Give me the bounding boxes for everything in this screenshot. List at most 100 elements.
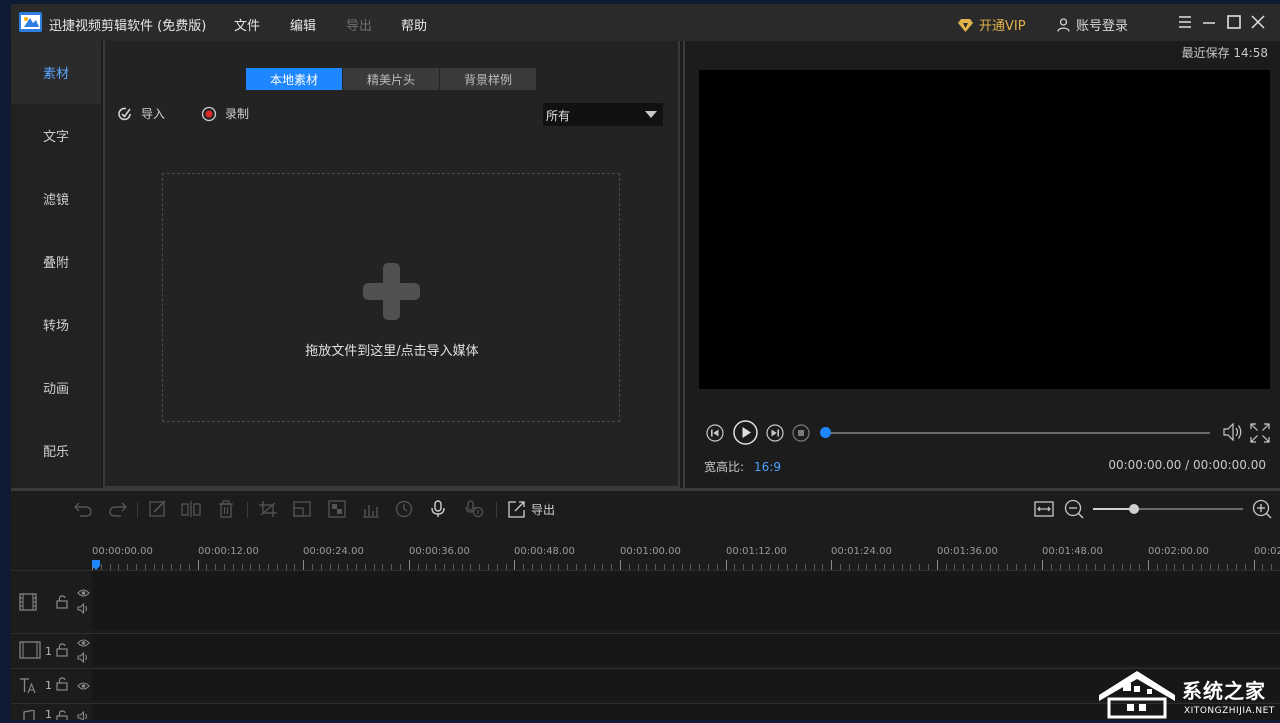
playhead-marker[interactable]: [92, 560, 100, 570]
unlock-icon[interactable]: [56, 643, 69, 657]
unlock-icon[interactable]: [56, 595, 69, 609]
speaker-icon[interactable]: [77, 711, 90, 720]
drop-zone-text: 拖放文件到这里/点击导入媒体: [305, 344, 479, 359]
duration-button[interactable]: [394, 500, 414, 518]
timeline-ruler[interactable]: 00:00:00.00 00:00:12.00 00:00:24.00 00:00:3…: [92, 527, 1280, 570]
hamburger-menu-icon[interactable]: [1177, 14, 1193, 30]
ruler-tick-label: 00:02:12.00: [1254, 546, 1280, 557]
import-icon: [118, 107, 131, 120]
sidebar-item-text[interactable]: 文字: [11, 104, 101, 167]
minimize-icon[interactable]: [1201, 14, 1217, 30]
sidebar-item-label: 转场: [42, 319, 69, 334]
export-button[interactable]: 导出: [508, 500, 555, 518]
microphone-icon: [431, 500, 445, 517]
aspect-label: 宽高比:: [704, 460, 745, 474]
voice-change-button[interactable]: [464, 500, 484, 518]
crop-button[interactable]: [258, 500, 278, 518]
progress-knob[interactable]: [820, 427, 831, 438]
next-frame-icon[interactable]: [766, 424, 784, 442]
menu-export[interactable]: 导出: [346, 15, 372, 34]
maximize-icon[interactable]: [1226, 14, 1242, 30]
ruler-tick-label: 00:00:00.00: [92, 546, 153, 557]
zoom-in-icon[interactable]: [1252, 499, 1272, 519]
unlock-icon[interactable]: [56, 710, 69, 720]
menu-edit[interactable]: 编辑: [290, 15, 316, 34]
speaker-icon[interactable]: [77, 603, 90, 614]
resize-button[interactable]: [292, 500, 312, 518]
login-button[interactable]: 账号登录: [1057, 15, 1128, 34]
sidebar-item-filter[interactable]: 滤镜: [11, 167, 101, 230]
app-window: 迅捷视频剪辑软件 (免费版) 文件 编辑 导出 帮助 开通VIP 账号登录 素材…: [11, 4, 1280, 720]
track-lane-video[interactable]: [92, 633, 1280, 666]
delete-button[interactable]: [216, 500, 236, 518]
playback-progress[interactable]: [820, 427, 1210, 438]
audio-levels-button[interactable]: [361, 500, 381, 518]
user-icon: [1057, 17, 1070, 32]
voiceover-button[interactable]: [428, 500, 448, 518]
record-button[interactable]: 录制: [201, 105, 249, 122]
fullscreen-icon[interactable]: [1250, 423, 1270, 443]
menu-file[interactable]: 文件: [234, 15, 260, 34]
stop-icon[interactable]: [792, 424, 810, 442]
sidebar-item-material[interactable]: 素材: [11, 41, 101, 104]
vip-button[interactable]: 开通VIP: [958, 15, 1026, 34]
trash-icon: [219, 500, 233, 518]
play-icon[interactable]: [733, 420, 758, 445]
login-label: 账号登录: [1076, 19, 1129, 34]
import-button[interactable]: 导入: [117, 105, 165, 122]
eye-icon[interactable]: [77, 681, 90, 691]
track-header-music: 1: [11, 703, 92, 720]
volume-icon[interactable]: [1222, 422, 1244, 442]
eye-icon[interactable]: [77, 638, 90, 648]
track-header-video: 1: [11, 633, 92, 666]
track-lane-main-video[interactable]: [92, 570, 1280, 630]
zoom-knob[interactable]: [1128, 504, 1139, 514]
menu-help[interactable]: 帮助: [401, 15, 427, 34]
undo-icon: [74, 502, 92, 517]
sidebar-item-overlay[interactable]: 叠附: [11, 230, 101, 293]
text-track-icon: [20, 678, 36, 694]
sidebar-item-animation[interactable]: 动画: [11, 356, 101, 419]
site-watermark: 系统之家 XITONGZHIJIA.NET: [1087, 665, 1280, 720]
sidebar-item-label: 文字: [42, 130, 69, 145]
ruler-tick-label: 00:01:00.00: [620, 546, 681, 557]
ruler-tick-label: 00:02:00.00: [1148, 546, 1209, 557]
media-drop-zone[interactable]: 拖放文件到这里/点击导入媒体: [162, 173, 620, 422]
fit-timeline-icon[interactable]: [1034, 499, 1054, 519]
aspect-value[interactable]: 16:9: [754, 460, 781, 474]
diamond-icon: [958, 18, 973, 32]
eye-icon[interactable]: [77, 588, 90, 598]
track-number: 1: [45, 679, 52, 692]
tab-intros[interactable]: 精美片头: [343, 68, 439, 90]
title-bar: 迅捷视频剪辑软件 (免费版) 文件 编辑 导出 帮助 开通VIP 账号登录: [11, 4, 1280, 41]
previous-frame-icon[interactable]: [706, 424, 724, 442]
ruler-tick-label: 00:00:12.00: [198, 546, 259, 557]
zoom-slider[interactable]: [1093, 504, 1243, 514]
toolbar-separator: [247, 502, 248, 518]
tab-background-samples[interactable]: 背景样例: [440, 68, 536, 90]
unlock-icon[interactable]: [56, 677, 69, 691]
sidebar-item-music[interactable]: 配乐: [11, 419, 101, 482]
music-track-icon: [23, 710, 35, 720]
tab-local-media[interactable]: 本地素材: [246, 68, 342, 90]
split-button[interactable]: [181, 500, 201, 518]
aspect-ratio: 宽高比: 16:9: [704, 458, 781, 475]
close-icon[interactable]: [1250, 14, 1266, 30]
sidebar-item-label: 动画: [42, 382, 69, 397]
speaker-icon[interactable]: [77, 652, 90, 663]
resize-icon: [293, 501, 311, 517]
media-filter-select[interactable]: 所有: [543, 103, 663, 126]
track-number: 1: [45, 645, 52, 658]
timeline-toolbar: 导出: [11, 491, 1280, 527]
sidebar-item-transition[interactable]: 转场: [11, 293, 101, 356]
redo-button[interactable]: [108, 500, 128, 518]
filter-value: 所有: [546, 109, 571, 123]
watermark-url: XITONGZHIJIA.NET: [1184, 706, 1275, 716]
track-number: 1: [45, 708, 52, 720]
edit-button[interactable]: [148, 500, 168, 518]
undo-button[interactable]: [73, 500, 93, 518]
mosaic-button[interactable]: [327, 500, 347, 518]
zoom-out-icon[interactable]: [1064, 499, 1084, 519]
record-icon: [201, 106, 217, 121]
record-label: 录制: [225, 107, 250, 121]
